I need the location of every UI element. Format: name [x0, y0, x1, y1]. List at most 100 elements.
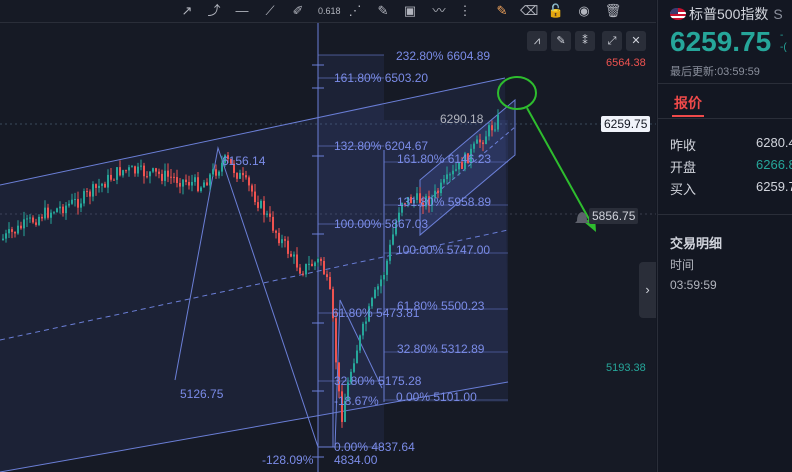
price-axis-top: 6564.38: [606, 57, 646, 69]
candle-body: [182, 179, 184, 187]
candle-body: [251, 185, 253, 192]
candle-body: [2, 238, 4, 240]
candle-body: [269, 213, 271, 217]
candle-body: [275, 230, 277, 233]
highlighter-icon[interactable]: ✎: [374, 2, 392, 20]
candle-body: [65, 205, 67, 214]
image-icon[interactable]: ▣: [401, 2, 419, 20]
trash-icon[interactable]: 🗑: [604, 2, 622, 20]
candle-body: [203, 182, 205, 188]
candle-body: [119, 167, 121, 176]
candle-body: [326, 274, 328, 278]
candle-body: [74, 199, 76, 201]
edit-icon[interactable]: ✎: [493, 2, 511, 20]
candle-body: [158, 171, 160, 174]
candle-body: [140, 165, 142, 167]
trend-line-icon[interactable]: ⟋: [261, 2, 279, 20]
details-title: 交易明细: [670, 236, 723, 251]
us-flag-icon: [670, 8, 686, 20]
candle-body: [131, 166, 133, 168]
candle-body: [386, 260, 388, 275]
candle-body: [14, 231, 16, 234]
row-bid-label: 买入: [670, 182, 697, 197]
chart-canvas[interactable]: 232.80% 6604.89 161.80% 6503.20 132.80% 62…: [0, 0, 656, 472]
instrument-title[interactable]: 标普500指数 S: [670, 4, 783, 24]
candle-body: [455, 169, 457, 171]
indicator-button[interactable]: ⁑: [575, 31, 595, 51]
candle-body: [317, 258, 319, 263]
candle-body: [494, 129, 496, 131]
chart-area[interactable]: 232.80% 6604.89 161.80% 6503.20 132.80% 62…: [0, 0, 656, 472]
expand-icon: ⤢: [607, 35, 617, 47]
candle-body: [377, 286, 379, 290]
price-change: - -(: [780, 30, 787, 53]
candle-body: [287, 240, 289, 254]
candle-body: [242, 172, 244, 176]
path-icon[interactable]: 〰: [430, 2, 448, 20]
candle-body: [266, 213, 268, 215]
arrow-tool-icon[interactable]: ↗: [178, 2, 196, 20]
fib-right-level-label: 100.00% 5747.00: [396, 243, 490, 257]
tab-quote[interactable]: 报价: [674, 93, 702, 113]
price-axis-bottom: 5193.38: [606, 362, 646, 374]
candle-body: [92, 184, 94, 197]
candle-body: [5, 233, 7, 239]
candle-body: [374, 289, 376, 299]
candle-body: [437, 190, 439, 194]
brush-icon[interactable]: ✐: [289, 2, 307, 20]
divider: [658, 118, 792, 119]
cursor-price-tag: 5856.75: [589, 208, 639, 224]
horizontal-line-icon[interactable]: —: [233, 2, 251, 20]
row-open-label: 开盘: [670, 160, 697, 175]
candle-body: [122, 170, 124, 176]
divider: [658, 214, 792, 215]
eye-icon[interactable]: ◉: [575, 2, 593, 20]
fib-fan-icon[interactable]: ⋰: [346, 2, 364, 20]
trade-time: 03:59:59: [670, 278, 717, 292]
candle-body: [245, 175, 247, 178]
candle-body: [98, 185, 100, 188]
fullscreen-button[interactable]: ⤢: [602, 31, 622, 51]
candle-body: [212, 169, 214, 175]
candle-body: [50, 212, 52, 218]
candle-body: [482, 142, 484, 145]
candle-body: [314, 262, 316, 267]
more-icon[interactable]: ⋮: [456, 2, 474, 20]
candle-body: [449, 174, 451, 176]
row-prev-close-value: 6280.4: [756, 135, 792, 150]
annotation-arrow-line[interactable]: [526, 107, 595, 229]
candle-body: [113, 179, 115, 181]
draw-button[interactable]: ✎: [551, 31, 571, 51]
fib-right-level-label: 32.80% 5312.89: [397, 342, 485, 356]
candle-body: [254, 191, 256, 203]
candle-body: [200, 187, 202, 192]
candle-body: [59, 206, 61, 209]
candle-body: [329, 277, 331, 290]
candle-body: [365, 321, 367, 324]
candle-body: [491, 125, 493, 131]
last-price: 6259.75: [670, 26, 772, 57]
candle-body: [239, 172, 241, 179]
fib-retracement-icon[interactable]: 0.618: [318, 2, 341, 20]
panel-collapse-button[interactable]: ›: [639, 262, 656, 318]
time-header: 时间: [670, 258, 695, 272]
candle-body: [311, 263, 313, 267]
candle-body: [185, 179, 187, 183]
close-chart-button[interactable]: ✕: [626, 31, 646, 51]
chevron-right-icon: ›: [645, 282, 650, 297]
candle-body: [71, 199, 73, 204]
line-chart-icon: ⩘: [533, 35, 541, 47]
eraser-icon[interactable]: ⌫: [520, 2, 538, 20]
lock-icon[interactable]: 🔓: [547, 2, 565, 20]
candle-body: [257, 202, 259, 208]
candle-body: [95, 184, 97, 188]
candle-body: [134, 166, 136, 174]
point-label-neg-mid: -18.67%: [334, 394, 379, 408]
ray-tool-icon[interactable]: ⤴: [205, 2, 223, 20]
candle-body: [11, 229, 13, 232]
candle-body: [41, 216, 43, 219]
candle-body: [308, 263, 310, 265]
candle-body: [485, 136, 487, 145]
chart-type-button[interactable]: ⩘: [527, 31, 547, 51]
tab-underline: [672, 115, 704, 117]
